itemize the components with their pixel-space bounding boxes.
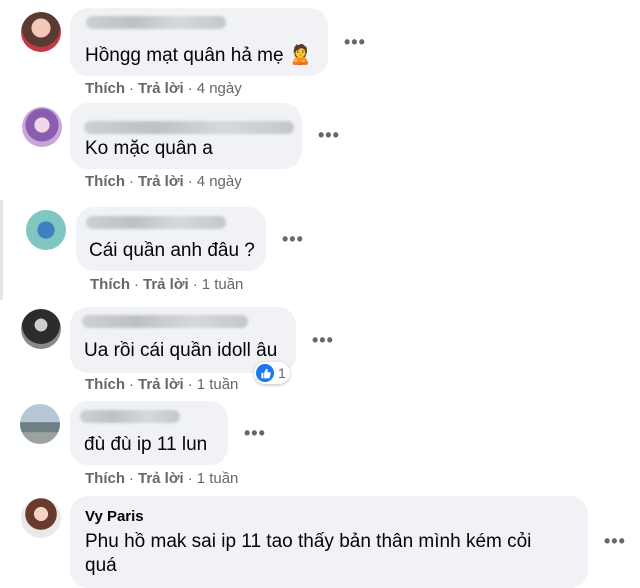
avatar[interactable] [20, 404, 60, 444]
comment-text: Hồngg mạt quân hả mẹ 🙎 [85, 45, 313, 66]
reply-link[interactable]: Trả lời [138, 470, 184, 487]
comment-bubble: Hồngg mạt quân hả mẹ 🙎 [70, 8, 328, 76]
avatar[interactable] [26, 210, 66, 250]
timestamp[interactable]: 1 tuần [197, 470, 239, 487]
more-options-icon[interactable]: ••• [318, 125, 340, 146]
reply-link[interactable]: Trả lời [138, 80, 184, 97]
commenter-name-blurred[interactable] [86, 216, 226, 229]
timestamp[interactable]: 4 ngày [197, 80, 242, 97]
comment-actions: Thích · Trả lời · 4 ngày [85, 173, 242, 190]
more-options-icon[interactable]: ••• [282, 229, 304, 250]
comment-bubble: Cái quần anh đâu ? [76, 207, 266, 271]
comment-actions: Thích · Trả lời · 1 tuần [85, 376, 239, 393]
comment-bubble: Ko mặc quân a [70, 103, 302, 169]
like-link[interactable]: Thích [85, 376, 125, 393]
comment-bubble: đù đù ip 11 lun [70, 401, 228, 465]
like-link[interactable]: Thích [90, 276, 130, 293]
more-options-icon[interactable]: ••• [344, 32, 366, 53]
comment-text: Ko mặc quân a [85, 138, 213, 159]
commenter-name-blurred[interactable] [82, 315, 248, 328]
commenter-name-blurred[interactable] [80, 410, 180, 423]
timestamp[interactable]: 1 tuần [197, 376, 239, 393]
avatar[interactable] [22, 107, 62, 147]
more-options-icon[interactable]: ••• [604, 531, 626, 552]
avatar[interactable] [21, 498, 61, 538]
avatar[interactable] [21, 309, 61, 349]
like-link[interactable]: Thích [85, 80, 125, 97]
comment-text: Cái quần anh đâu ? [89, 240, 255, 261]
commenter-name[interactable]: Vy Paris [85, 508, 144, 525]
more-options-icon[interactable]: ••• [312, 330, 334, 351]
comment-actions: Thích · Trả lời · 4 ngày [85, 80, 242, 97]
comment-text: Phu hồ mak sai ip 11 tao thấy bản thân m… [85, 531, 532, 576]
more-options-icon[interactable]: ••• [244, 423, 266, 444]
commenter-name-blurred[interactable] [86, 16, 226, 29]
like-reaction-icon [256, 364, 274, 382]
reaction-badge[interactable]: 1 [254, 362, 290, 384]
reply-link[interactable]: Trả lời [138, 173, 184, 190]
timestamp[interactable]: 4 ngày [197, 173, 242, 190]
comment-bubble: Vy Paris Phu hồ mak sai ip 11 tao thấy b… [70, 496, 588, 588]
thread-line [0, 200, 3, 300]
comment-actions: Thích · Trả lời · 1 tuần [85, 470, 239, 487]
reply-link[interactable]: Trả lời [138, 376, 184, 393]
commenter-name-blurred[interactable] [84, 121, 294, 134]
reaction-count: 1 [278, 365, 286, 381]
comment-actions: Thích · Trả lời · 1 tuần [90, 276, 244, 293]
emoji: 🙎 [288, 45, 313, 66]
avatar[interactable] [21, 12, 61, 52]
timestamp[interactable]: 1 tuần [202, 276, 244, 293]
like-link[interactable]: Thích [85, 470, 125, 487]
comment-text: đù đù ip 11 lun [84, 434, 208, 455]
comment-text: Ua rồi cái quần idoll âu [84, 340, 278, 361]
like-link[interactable]: Thích [85, 173, 125, 190]
reply-link[interactable]: Trả lời [143, 276, 189, 293]
